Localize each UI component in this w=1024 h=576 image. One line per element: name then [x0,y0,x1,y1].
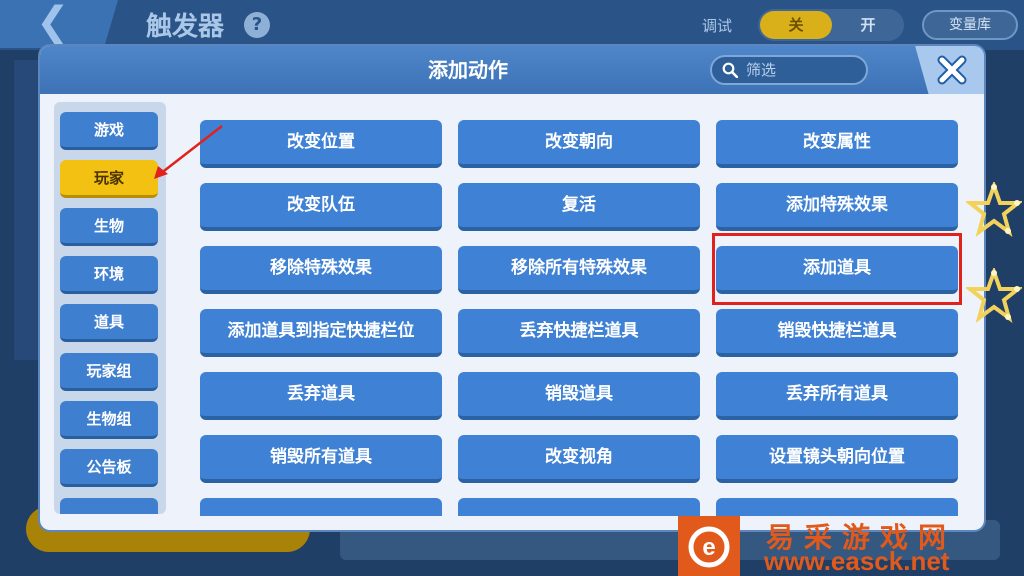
close-icon [937,55,967,85]
action-button[interactable]: 丢弃道具 [200,372,442,420]
action-button[interactable]: 丢弃所有道具 [716,372,958,420]
search-icon [722,62,738,78]
category-environment[interactable]: 环境 [60,256,158,294]
action-button[interactable]: 销毁所有道具 [200,435,442,483]
back-arrow-icon: ❮ [36,0,70,45]
action-button[interactable]: 复活 [458,183,700,231]
debug-toggle[interactable]: 关 开 [758,9,904,41]
action-button[interactable]: 丢弃快捷栏道具 [458,309,700,357]
category-creature[interactable]: 生物 [60,208,158,246]
action-button-partial[interactable] [200,498,442,516]
category-player[interactable]: 玩家 [60,160,158,198]
category-game[interactable]: 游戏 [60,112,158,150]
action-button[interactable]: 改变位置 [200,120,442,168]
action-button[interactable]: 移除特殊效果 [200,246,442,294]
debug-label: 调试 [702,17,733,35]
action-button[interactable]: 改变朝向 [458,120,700,168]
category-more[interactable] [60,498,158,514]
category-bulletin-board[interactable]: 公告板 [60,449,158,487]
back-button[interactable]: ❮ [0,0,118,48]
highlight-box [712,233,962,305]
watermark-logo-icon: e [688,526,730,568]
action-button[interactable]: 改变队伍 [200,183,442,231]
star-icon [966,268,1022,324]
category-player-group[interactable]: 玩家组 [60,353,158,391]
category-creature-group[interactable]: 生物组 [60,401,158,439]
watermark: 易采游戏网 www.easck.net [742,514,1024,576]
watermark-url: www.easck.net [764,546,950,576]
svg-text:e: e [702,534,715,561]
variable-library-button[interactable]: 变量库 [922,10,1018,40]
action-button[interactable]: 销毁道具 [458,372,700,420]
dialog-header: 添加动作 [40,46,984,94]
close-button[interactable] [915,46,984,94]
action-button[interactable]: 销毁快捷栏道具 [716,309,958,357]
help-icon[interactable]: ? [244,12,270,38]
action-button[interactable]: 添加特殊效果 [716,183,958,231]
action-button[interactable]: 改变属性 [716,120,958,168]
red-arrow-icon [154,125,223,179]
filter-input[interactable] [746,59,862,81]
page-title: 触发器 [146,12,225,42]
toggle-on-option[interactable]: 开 [834,11,902,39]
category-item[interactable]: 道具 [60,304,158,342]
action-button-partial[interactable] [458,498,700,516]
action-button[interactable]: 移除所有特殊效果 [458,246,700,294]
action-button[interactable]: 添加道具到指定快捷栏位 [200,309,442,357]
toggle-off-option[interactable]: 关 [760,11,832,39]
watermark-logo: e [678,516,740,576]
action-grid: 改变位置 改变朝向 改变属性 改变队伍 复活 添加特殊效果 移除特殊效果 移除所… [200,120,960,516]
star-icon [966,182,1022,238]
action-button[interactable]: 设置镜头朝向位置 [716,435,958,483]
filter-search[interactable] [710,55,868,85]
action-button[interactable]: 改变视角 [458,435,700,483]
